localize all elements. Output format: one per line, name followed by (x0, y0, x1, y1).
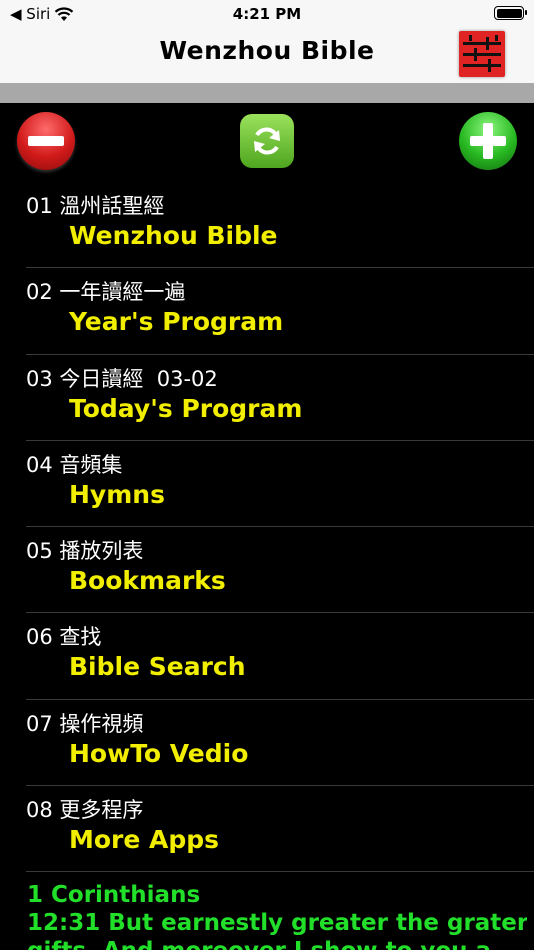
nav-bar: Wenzhou Bible (0, 28, 534, 83)
menu-item-title: 08 更多程序 (26, 798, 144, 823)
menu-item-years-program[interactable]: 02 一年讀經一遍 Year's Program (26, 268, 534, 355)
refresh-icon (254, 127, 280, 155)
sliders-icon (463, 35, 501, 72)
menu-item-subtitle: Year's Program (69, 307, 284, 337)
status-bar: ◀ Siri 4:21 PM (0, 0, 534, 28)
remove-button[interactable] (17, 112, 75, 170)
minus-circle-icon (28, 136, 64, 146)
menu-item-bookmarks[interactable]: 05 播放列表 Bookmarks (26, 527, 534, 614)
menu-item-title: 01 溫州話聖經 (26, 194, 165, 218)
menu-item-subtitle: Bible Search (69, 652, 246, 682)
add-button[interactable] (459, 112, 517, 170)
menu-item-subtitle: Wenzhou Bible (69, 221, 278, 250)
daily-verse[interactable]: 1 Corinthians 12:31 But earnestly greate… (27, 881, 527, 950)
menu-item-wenzhou-bible[interactable]: 01 溫州話聖經 Wenzhou Bible (26, 182, 534, 269)
battery-fill (496, 8, 522, 18)
settings-button[interactable] (459, 31, 505, 77)
battery-icon (494, 6, 527, 20)
battery-indicator (494, 6, 527, 20)
header-divider (0, 83, 534, 103)
menu-item-todays-program[interactable]: 03 今日讀經 03-02 Today's Program (26, 355, 534, 441)
menu-item-subtitle: Hymns (69, 479, 165, 509)
status-time: 4:21 PM (232, 5, 302, 23)
menu-item-howto-video[interactable]: 07 操作視頻 HowTo Vedio (26, 700, 534, 787)
menu-item-title: 04 音頻集 (26, 452, 123, 477)
verse-text-line-2: gifts. And moreover I show to you a (27, 937, 527, 950)
menu-item-title: 03 今日讀經 03-02 (26, 366, 218, 391)
menu-item-subtitle: Today's Program (69, 393, 303, 423)
menu-item-title: 05 播放列表 (26, 539, 144, 564)
menu-item-more-apps[interactable]: 08 更多程序 More Apps (26, 786, 534, 873)
menu-item-hymns[interactable]: 04 音頻集 Hymns (26, 441, 534, 528)
menu-item-bible-search[interactable]: 06 查找 Bible Search (26, 613, 534, 700)
menu-list: 01 溫州話聖經 Wenzhou Bible 02 一年讀經一遍 Year's … (0, 182, 534, 873)
menu-item-title: 07 操作視頻 (26, 711, 144, 736)
plus-circle-icon (470, 123, 506, 159)
menu-item-subtitle: More Apps (69, 825, 220, 855)
verse-book: 1 Corinthians (27, 882, 201, 908)
menu-item-title: 06 查找 (26, 625, 102, 650)
menu-item-subtitle: Bookmarks (69, 566, 226, 596)
menu-item-title: 02 一年讀經一遍 (26, 280, 186, 305)
verse-text-line-1: 12:31 But earnestly greater the grater (27, 910, 527, 936)
refresh-button[interactable] (240, 114, 294, 168)
menu-item-subtitle: HowTo Vedio (69, 738, 249, 768)
page-title: Wenzhou Bible (159, 36, 375, 65)
